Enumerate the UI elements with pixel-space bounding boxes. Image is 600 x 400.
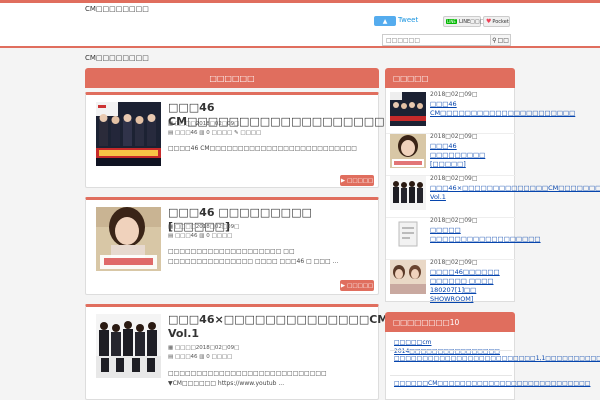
ranking-divider bbox=[390, 375, 512, 376]
calendar-icon: ▦ bbox=[168, 345, 174, 351]
post-category[interactable]: □□□46 bbox=[175, 130, 198, 136]
post-card: □□□46 □□□□□□□□□ [□□□□□] ▦ □□□□2018□02□09… bbox=[85, 197, 379, 295]
post-date: ▦ □□□□2018□02□09□ bbox=[168, 121, 239, 127]
recent-post-thumbnail[interactable] bbox=[390, 92, 426, 126]
post-comment-label[interactable]: □□□□ bbox=[212, 233, 233, 239]
post-category[interactable]: □□□46 bbox=[175, 233, 198, 239]
calendar-icon: ▦ bbox=[168, 121, 174, 127]
post-thumbnail[interactable] bbox=[96, 207, 161, 271]
post-tag[interactable]: □□□□ bbox=[240, 130, 261, 136]
post-thumbnail[interactable] bbox=[96, 314, 161, 378]
post-card: □□□46 CM□□□□□□□□□□□□□□□□□□□□□□□□□□ ▦ □□□… bbox=[85, 92, 457, 188]
tweet-label[interactable]: Tweet bbox=[398, 16, 418, 24]
read-more-label: □□□□□ bbox=[347, 177, 374, 184]
search-icon: ⚲ bbox=[492, 36, 497, 44]
post-date-text: □□□□2018□02□09□ bbox=[174, 121, 240, 127]
recent-post-title[interactable]: □□□□46□□□□□□ □□□□□□ □□□□ 180207[1]□□ SHO… bbox=[430, 268, 512, 304]
recent-post-item[interactable]: 2018□02□09□ □□□□□ □□□□□□□□□□□□□□□□□□ bbox=[386, 214, 541, 260]
recent-post-item[interactable]: 2018□02□09□ □□□46 CM□□□□□□□□□□□□□□□□□□□□… bbox=[386, 88, 575, 134]
read-more-button[interactable]: ▶ □□□□□ bbox=[340, 175, 374, 186]
folder-icon: ▤ bbox=[168, 233, 174, 239]
main-heading-label: □□□□□□ bbox=[209, 73, 255, 83]
calendar-icon: ▦ bbox=[168, 224, 174, 230]
post-date-text: □□□□2018□02□09□ bbox=[174, 224, 240, 230]
post-title[interactable]: □□□46×□□□□□□□□□□□□□□CM□□□□□□□□□ Vol.1 bbox=[168, 313, 482, 341]
pocket-label: Pocket bbox=[492, 18, 509, 25]
pocket-icon: ♥ bbox=[486, 18, 492, 25]
post-date-text: □□□□2018□02□09□ bbox=[174, 345, 240, 351]
recent-post-date: 2018□02□09□ bbox=[430, 133, 478, 140]
site-title[interactable]: CM□□□□□□□□ bbox=[85, 5, 149, 13]
post-category[interactable]: □□□46 bbox=[175, 354, 198, 360]
read-more-button[interactable]: ▶ □□□□□ bbox=[340, 280, 374, 291]
recent-post-date: 2018□02□09□ bbox=[430, 91, 478, 98]
twitter-bird-icon: ▲ bbox=[382, 17, 388, 25]
line-share-button[interactable]: LINE LINE□□□ bbox=[443, 16, 485, 27]
read-more-label: □□□□□ bbox=[347, 282, 374, 289]
post-meta-row: ▤ □□□46 ▥ 0 □□□□ bbox=[168, 233, 232, 239]
folder-icon: ▤ bbox=[168, 354, 174, 360]
recent-post-thumbnail[interactable] bbox=[390, 176, 426, 210]
play-icon: ▶ bbox=[340, 177, 346, 184]
post-excerpt: □□□□□□□□□□□□□□□□□□□□ □□ □□□□□□□□□□□□□□□ … bbox=[168, 248, 339, 265]
line-logo-icon: LINE bbox=[446, 19, 457, 24]
main-heading: □□□□□□ bbox=[85, 68, 379, 88]
post-thumbnail[interactable] bbox=[96, 102, 161, 166]
search-input[interactable] bbox=[382, 34, 491, 46]
recent-post-thumbnail[interactable] bbox=[390, 218, 426, 252]
post-card: □□□46×□□□□□□□□□□□□□□CM□□□□□□□□□ Vol.1 ▦ … bbox=[85, 304, 482, 400]
recent-post-item[interactable]: 2018□02□09□ □□□46×□□□□□□□□□□□□□□CM□□□□□□… bbox=[386, 172, 600, 218]
post-comment-count: 0 bbox=[206, 354, 210, 360]
breadcrumb[interactable]: CM□□□□□□□□ bbox=[85, 54, 149, 62]
post-comment-label[interactable]: □□□□ bbox=[212, 354, 233, 360]
folder-icon: ▤ bbox=[168, 130, 174, 136]
tag-icon: ✎ bbox=[234, 130, 239, 136]
search-button[interactable]: ⚲ □□ bbox=[491, 34, 511, 46]
post-excerpt: □□□□46 CM□□□□□□□□□□□□□□□□□□□□□□□□□□ bbox=[168, 145, 357, 152]
comment-icon: ▥ bbox=[199, 130, 205, 136]
recent-posts-heading-label: □□□□□ bbox=[393, 73, 429, 83]
ranking-heading: □□□□□□□□10 bbox=[385, 312, 515, 332]
pocket-button[interactable]: ♥ Pocket bbox=[483, 16, 510, 27]
ranking-item[interactable]: □□□□□□□□□□□□□□□□□□□□□□□□□1,1□□□□□□□□□□ bbox=[394, 354, 600, 363]
tweet-button[interactable]: ▲ bbox=[374, 16, 396, 26]
post-meta-row: ▤ □□□46 ▥ 0 □□□□ ✎ □□□□ bbox=[168, 130, 261, 136]
comment-icon: ▥ bbox=[199, 354, 205, 360]
ranking-divider bbox=[390, 350, 512, 351]
recent-post-title[interactable]: □□□46 □□□□□□□□□ [□□□□□] bbox=[430, 142, 512, 169]
post-comment-count: 0 bbox=[206, 130, 210, 136]
recent-post-date: 2018□02□09□ bbox=[430, 259, 478, 266]
recent-posts-list: 2018□02□09□ □□□46 CM□□□□□□□□□□□□□□□□□□□□… bbox=[385, 88, 600, 304]
ranking-item[interactable]: □□□□□□CM□□□□□□□□□□□□□□□□□□□□□□□□□□□ bbox=[394, 379, 590, 388]
recent-post-title[interactable]: □□□□□ □□□□□□□□□□□□□□□□□□ bbox=[430, 226, 541, 244]
play-icon: ▶ bbox=[340, 282, 346, 289]
ranking-list: □□□□□cm 2014□□□□□□□□□□□□□□□□ □□□□□□□□□□□… bbox=[385, 332, 600, 400]
recent-post-thumbnail[interactable] bbox=[390, 134, 426, 168]
ranking-heading-label: □□□□□□□□10 bbox=[393, 317, 460, 327]
recent-post-date: 2018□02□09□ bbox=[430, 175, 478, 182]
post-excerpt: □□□□□□□□□□□□□□□□□□□□□□□□□□□□ ▼CM□□□□□□ h… bbox=[168, 370, 327, 387]
recent-post-item[interactable]: 2018□02□09□ □□□46 □□□□□□□□□ [□□□□□] bbox=[386, 130, 516, 176]
post-meta-row: ▤ □□□46 ▥ 0 □□□□ bbox=[168, 354, 232, 360]
post-comment-label[interactable]: □□□□ bbox=[212, 130, 233, 136]
site-header: CM□□□□□□□□ ▲ Tweet LINE LINE□□□ ♥ Pocket… bbox=[0, 3, 600, 48]
post-date: ▦ □□□□2018□02□09□ bbox=[168, 224, 239, 230]
recent-post-thumbnail[interactable] bbox=[390, 260, 426, 294]
recent-post-title[interactable]: □□□46 CM□□□□□□□□□□□□□□□□□□□□□□ bbox=[430, 100, 575, 118]
line-share-label: LINE□□□ bbox=[458, 18, 485, 25]
recent-post-title[interactable]: □□□46×□□□□□□□□□□□□□□CM□□□□□□□□□ Vol.1 bbox=[430, 184, 600, 202]
recent-posts-heading: □□□□□ bbox=[385, 68, 515, 88]
post-comment-count: 0 bbox=[206, 233, 210, 239]
post-date: ▦ □□□□2018□02□09□ bbox=[168, 345, 239, 351]
recent-post-date: 2018□02□09□ bbox=[430, 217, 478, 224]
search-button-label: □□ bbox=[497, 36, 509, 44]
recent-post-item[interactable]: 2018□02□09□ □□□□46□□□□□□ □□□□□□ □□□□ 180… bbox=[386, 256, 516, 304]
comment-icon: ▥ bbox=[199, 233, 205, 239]
